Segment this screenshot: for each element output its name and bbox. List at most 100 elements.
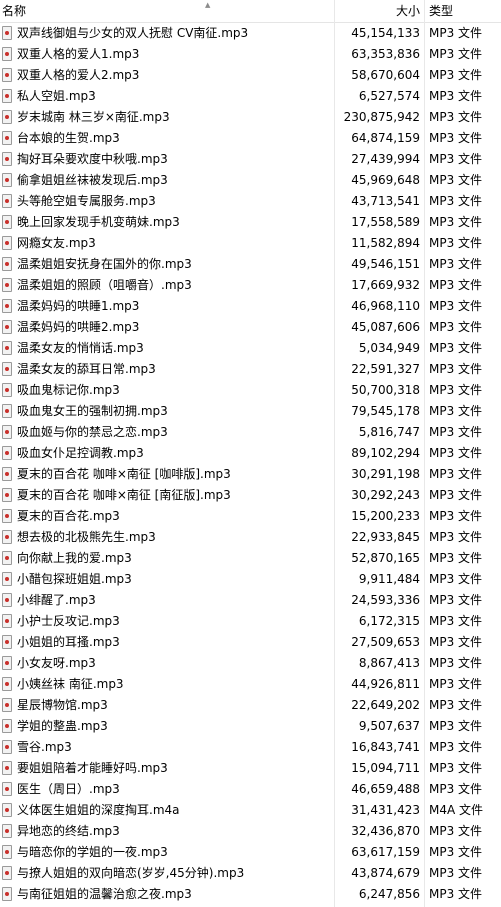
- file-row[interactable]: 夏末的百合花 咖啡×南征 [咖啡版].mp3 30,291,198 MP3 文件: [0, 464, 501, 485]
- file-row[interactable]: 与南征姐姐的温馨治愈之夜.mp3 6,247,856 MP3 文件: [0, 884, 501, 905]
- audio-file-icon: [2, 110, 12, 124]
- file-row[interactable]: 温柔姐姐的照顾（咀嚼音）.mp3 17,669,932 MP3 文件: [0, 275, 501, 296]
- file-row[interactable]: 要姐姐陪着才能睡好吗.mp3 15,094,711 MP3 文件: [0, 758, 501, 779]
- file-name: 与南征姐姐的温馨治愈之夜.mp3: [17, 887, 192, 901]
- file-row[interactable]: 夏末的百合花.mp3 15,200,233 MP3 文件: [0, 506, 501, 527]
- file-type: MP3 文件: [429, 425, 483, 439]
- file-type: MP3 文件: [429, 845, 483, 859]
- file-row[interactable]: 双声线御姐与少女的双人抚慰 CV南征.mp3 45,154,133 MP3 文件: [0, 23, 501, 44]
- file-size: 63,617,159: [351, 845, 420, 859]
- file-type: MP3 文件: [429, 719, 483, 733]
- file-row[interactable]: 头等舱空姐专属服务.mp3 43,713,541 MP3 文件: [0, 191, 501, 212]
- file-row[interactable]: 台本娘的生贺.mp3 64,874,159 MP3 文件: [0, 128, 501, 149]
- file-row[interactable]: 与暗恋你的学姐的一夜.mp3 63,617,159 MP3 文件: [0, 842, 501, 863]
- file-name: 温柔妈妈的哄睡2.mp3: [17, 320, 140, 334]
- file-row[interactable]: 双重人格的爱人2.mp3 58,670,604 MP3 文件: [0, 65, 501, 86]
- file-name: 温柔女友的悄悄话.mp3: [17, 341, 144, 355]
- audio-file-icon: [2, 47, 12, 61]
- file-name: 晚上回家发现手机变萌妹.mp3: [17, 215, 180, 229]
- file-type: MP3 文件: [429, 194, 483, 208]
- file-row[interactable]: 晚上回家发现手机变萌妹.mp3 17,558,589 MP3 文件: [0, 212, 501, 233]
- file-name: 双重人格的爱人2.mp3: [17, 68, 140, 82]
- column-header-size[interactable]: 大小: [335, 0, 420, 22]
- file-row[interactable]: 小绯醒了.mp3 24,593,336 MP3 文件: [0, 590, 501, 611]
- file-size: 6,527,574: [358, 89, 420, 103]
- file-row[interactable]: 双重人格的爱人1.mp3 63,353,836 MP3 文件: [0, 44, 501, 65]
- file-row[interactable]: 小女友呀.mp3 8,867,413 MP3 文件: [0, 653, 501, 674]
- file-size: 27,439,994: [351, 152, 420, 166]
- file-name: 温柔姐姐的照顾（咀嚼音）.mp3: [17, 278, 192, 292]
- file-row[interactable]: 温柔妈妈的哄睡2.mp3 45,087,606 MP3 文件: [0, 317, 501, 338]
- audio-file-icon: [2, 131, 12, 145]
- file-type: MP3 文件: [429, 362, 483, 376]
- file-row[interactable]: 向你献上我的爱.mp3 52,870,165 MP3 文件: [0, 548, 501, 569]
- audio-file-icon: [2, 26, 12, 40]
- audio-file-icon: [2, 341, 12, 355]
- file-name: 小绯醒了.mp3: [17, 593, 96, 607]
- file-row[interactable]: 温柔姐姐安抚身在国外的你.mp3 49,546,151 MP3 文件: [0, 254, 501, 275]
- file-name: 小女友呀.mp3: [17, 656, 96, 670]
- file-row[interactable]: 异地恋的终结.mp3 32,436,870 MP3 文件: [0, 821, 501, 842]
- audio-file-icon: [2, 635, 12, 649]
- file-row[interactable]: 岁末城南 林三岁×南征.mp3 230,875,942 MP3 文件: [0, 107, 501, 128]
- file-type: MP3 文件: [429, 824, 483, 838]
- audio-file-icon: [2, 425, 12, 439]
- file-type: MP3 文件: [429, 698, 483, 712]
- file-size: 50,700,318: [351, 383, 420, 397]
- file-row[interactable]: 吸血鬼女王的强制初拥.mp3 79,545,178 MP3 文件: [0, 401, 501, 422]
- file-row[interactable]: 吸血鬼标记你.mp3 50,700,318 MP3 文件: [0, 380, 501, 401]
- file-row[interactable]: 雪谷.mp3 16,843,741 MP3 文件: [0, 737, 501, 758]
- file-size: 8,867,413: [358, 656, 420, 670]
- file-size: 9,507,637: [358, 719, 420, 733]
- file-name: 小醋包探班姐姐.mp3: [17, 572, 132, 586]
- file-name: 台本娘的生贺.mp3: [17, 131, 120, 145]
- file-size: 32,436,870: [351, 824, 420, 838]
- file-row[interactable]: 小姨丝袜 南征.mp3 44,926,811 MP3 文件: [0, 674, 501, 695]
- audio-file-icon: [2, 236, 12, 250]
- sort-ascending-icon: ▲: [205, 1, 211, 9]
- file-size: 58,670,604: [351, 68, 420, 82]
- file-row[interactable]: 小护士反攻记.mp3 6,172,315 MP3 文件: [0, 611, 501, 632]
- file-row[interactable]: 温柔女友的悄悄话.mp3 5,034,949 MP3 文件: [0, 338, 501, 359]
- file-row[interactable]: 医生（周日）.mp3 46,659,488 MP3 文件: [0, 779, 501, 800]
- file-row[interactable]: 掏好耳朵要欢度中秋哦.mp3 27,439,994 MP3 文件: [0, 149, 501, 170]
- file-size: 30,291,198: [351, 467, 420, 481]
- file-type: M4A 文件: [429, 803, 484, 817]
- file-size: 17,669,932: [351, 278, 420, 292]
- file-type: MP3 文件: [429, 488, 483, 502]
- audio-file-icon: [2, 467, 12, 481]
- file-size: 5,034,949: [358, 341, 420, 355]
- file-name: 偷拿姐姐丝袜被发现后.mp3: [17, 173, 168, 187]
- file-row[interactable]: 温柔女友的舔耳日常.mp3 22,591,327 MP3 文件: [0, 359, 501, 380]
- file-row[interactable]: 偷拿姐姐丝袜被发现后.mp3 45,969,648 MP3 文件: [0, 170, 501, 191]
- file-row[interactable]: 温柔妈妈的哄睡1.mp3 46,968,110 MP3 文件: [0, 296, 501, 317]
- file-type: MP3 文件: [429, 236, 483, 250]
- file-row[interactable]: 想去极的北极熊先生.mp3 22,933,845 MP3 文件: [0, 527, 501, 548]
- file-row[interactable]: 与撩人姐姐的双向暗恋(岁岁,45分钟).mp3 43,874,679 MP3 文件: [0, 863, 501, 884]
- file-type: MP3 文件: [429, 152, 483, 166]
- file-type: MP3 文件: [429, 131, 483, 145]
- file-row[interactable]: 吸血姬与你的禁忌之恋.mp3 5,816,747 MP3 文件: [0, 422, 501, 443]
- column-header-name[interactable]: 名称: [0, 0, 336, 22]
- file-row[interactable]: 小姐姐的耳搔.mp3 27,509,653 MP3 文件: [0, 632, 501, 653]
- file-name: 义体医生姐姐的深度掏耳.m4a: [17, 803, 180, 817]
- file-name: 小姨丝袜 南征.mp3: [17, 677, 124, 691]
- file-size: 52,870,165: [351, 551, 420, 565]
- audio-file-icon: [2, 572, 12, 586]
- file-row[interactable]: 星辰博物馆.mp3 22,649,202 MP3 文件: [0, 695, 501, 716]
- file-row[interactable]: 夏末的百合花 咖啡×南征 [南征版].mp3 30,292,243 MP3 文件: [0, 485, 501, 506]
- file-name: 小护士反攻记.mp3: [17, 614, 120, 628]
- file-row[interactable]: 吸血女仆足控调教.mp3 89,102,294 MP3 文件: [0, 443, 501, 464]
- audio-file-icon: [2, 404, 12, 418]
- audio-file-icon: [2, 152, 12, 166]
- audio-file-icon: [2, 299, 12, 313]
- file-row[interactable]: 义体医生姐姐的深度掏耳.m4a 31,431,423 M4A 文件: [0, 800, 501, 821]
- audio-file-icon: [2, 740, 12, 754]
- file-size: 49,546,151: [351, 257, 420, 271]
- file-size: 89,102,294: [351, 446, 420, 460]
- column-header-type[interactable]: 类型: [429, 0, 501, 22]
- file-row[interactable]: 学姐的整蛊.mp3 9,507,637 MP3 文件: [0, 716, 501, 737]
- file-row[interactable]: 网瘾女友.mp3 11,582,894 MP3 文件: [0, 233, 501, 254]
- file-row[interactable]: 私人空姐.mp3 6,527,574 MP3 文件: [0, 86, 501, 107]
- file-row[interactable]: 小醋包探班姐姐.mp3 9,911,484 MP3 文件: [0, 569, 501, 590]
